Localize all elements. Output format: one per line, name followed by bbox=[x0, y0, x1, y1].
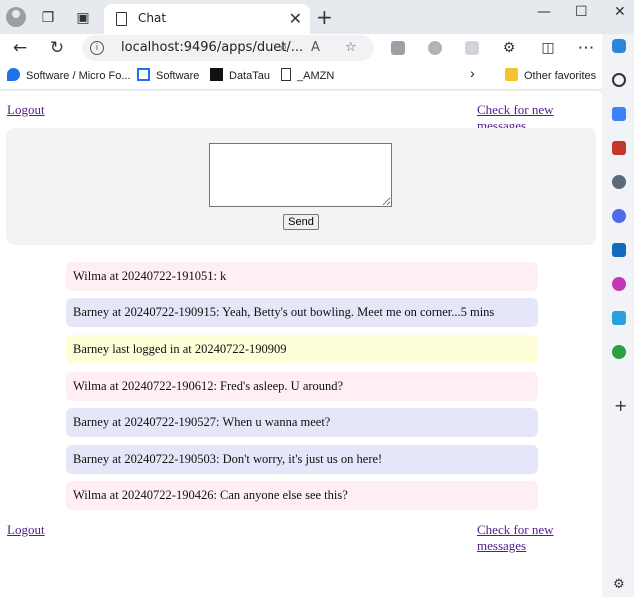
tools-icon[interactable] bbox=[612, 141, 626, 155]
check-messages-link-bottom[interactable]: Check for new messages bbox=[477, 522, 602, 554]
send-button[interactable]: Send bbox=[283, 214, 319, 230]
search-icon[interactable] bbox=[612, 73, 626, 87]
extension-grey-icon[interactable] bbox=[465, 41, 479, 55]
other-favorites-label: Other favorites bbox=[524, 70, 597, 82]
message-item: Wilma at 20240722-190426: Can anyone els… bbox=[66, 481, 538, 510]
favorite-label: Software / Micro Fo... bbox=[26, 70, 131, 82]
favorite-label: Software bbox=[156, 70, 200, 82]
split-screen-icon[interactable]: ◫ bbox=[537, 37, 559, 59]
message-composer: Send bbox=[6, 128, 596, 245]
sidebar-settings-icon[interactable]: ⚙ bbox=[613, 577, 625, 592]
favorite-item[interactable]: Software / Micro Fo... bbox=[7, 68, 131, 82]
designer-icon[interactable] bbox=[612, 277, 626, 291]
back-icon[interactable]: ← bbox=[9, 37, 31, 59]
logout-link-top[interactable]: Logout bbox=[7, 102, 45, 118]
close-window-icon[interactable]: ✕ bbox=[614, 4, 626, 20]
maximize-icon[interactable]: ☐ bbox=[575, 4, 588, 20]
tree-icon[interactable] bbox=[612, 345, 626, 359]
extensions-icon[interactable]: ⚙ bbox=[498, 37, 520, 59]
favorite-label: DataTau bbox=[229, 70, 270, 82]
site-info-icon[interactable]: i bbox=[90, 41, 104, 55]
message-item: Barney at 20240722-190503: Don't worry, … bbox=[66, 445, 538, 474]
favorite-item[interactable]: _AMZN bbox=[281, 68, 334, 82]
url-text: localhost:9496/apps/duet/... bbox=[121, 40, 304, 55]
more-favorites-chevron-icon[interactable]: › bbox=[470, 65, 475, 81]
favorite-star-icon[interactable]: ☆ bbox=[345, 40, 357, 55]
telegram-icon[interactable] bbox=[612, 311, 626, 325]
read-aloud-icon[interactable]: A bbox=[311, 40, 320, 55]
microsoft-365-icon[interactable] bbox=[612, 209, 626, 223]
page-viewport: Logout Check for new messages Send Wilma… bbox=[0, 91, 602, 597]
active-tab[interactable]: Chat ✕ bbox=[104, 4, 310, 34]
more-menu-icon[interactable]: ⋯ bbox=[575, 37, 597, 59]
favorites-bar: Software / Micro Fo... Software DataTau … bbox=[0, 62, 634, 90]
tab-title: Chat bbox=[138, 11, 167, 25]
tab-strip: ❐ ▣ Chat ✕ + — ☐ ✕ bbox=[0, 0, 634, 34]
add-sidebar-app-icon[interactable]: + bbox=[614, 396, 627, 415]
close-tab-icon[interactable]: ✕ bbox=[289, 9, 302, 28]
browser-toolbar: ← ↻ i localhost:9496/apps/duet/... ⌕ A ☆… bbox=[0, 34, 634, 62]
workspaces-icon[interactable]: ❐ bbox=[38, 7, 58, 27]
page-icon bbox=[281, 68, 291, 81]
folder-icon bbox=[505, 68, 518, 81]
tab-actions-icon[interactable]: ▣ bbox=[73, 7, 93, 27]
adblock-icon[interactable] bbox=[428, 41, 442, 55]
message-item: Barney last logged in at 20240722-190909 bbox=[66, 335, 538, 364]
message-item: Wilma at 20240722-191051: k bbox=[66, 262, 538, 291]
other-favorites[interactable]: Other favorites bbox=[505, 68, 596, 82]
games-icon[interactable] bbox=[612, 175, 626, 189]
outlook-icon[interactable] bbox=[612, 243, 626, 257]
profile-icon[interactable] bbox=[6, 7, 26, 27]
datatau-icon bbox=[210, 68, 223, 81]
extension-s-icon[interactable] bbox=[391, 41, 405, 55]
shopping-tag-icon[interactable] bbox=[612, 107, 626, 121]
message-item: Barney at 20240722-190527: When u wanna … bbox=[66, 408, 538, 437]
software-icon bbox=[137, 68, 150, 81]
copilot-icon[interactable] bbox=[612, 39, 626, 53]
refresh-icon[interactable]: ↻ bbox=[46, 37, 68, 59]
favorite-label: _AMZN bbox=[297, 70, 335, 82]
address-bar[interactable]: i localhost:9496/apps/duet/... ⌕ A ☆ bbox=[82, 35, 374, 61]
zoom-icon[interactable]: ⌕ bbox=[280, 40, 287, 55]
minimize-icon[interactable]: — bbox=[537, 4, 551, 20]
new-tab-icon[interactable]: + bbox=[316, 5, 333, 29]
cloud-icon bbox=[7, 68, 20, 81]
page-icon bbox=[116, 12, 127, 26]
favorite-item[interactable]: DataTau bbox=[210, 68, 270, 82]
favorite-item[interactable]: Software bbox=[137, 68, 199, 82]
message-item: Barney at 20240722-190915: Yeah, Betty's… bbox=[66, 298, 538, 327]
logout-link-bottom[interactable]: Logout bbox=[7, 522, 45, 538]
message-input[interactable] bbox=[209, 143, 392, 207]
message-item: Wilma at 20240722-190612: Fred's asleep.… bbox=[66, 372, 538, 401]
